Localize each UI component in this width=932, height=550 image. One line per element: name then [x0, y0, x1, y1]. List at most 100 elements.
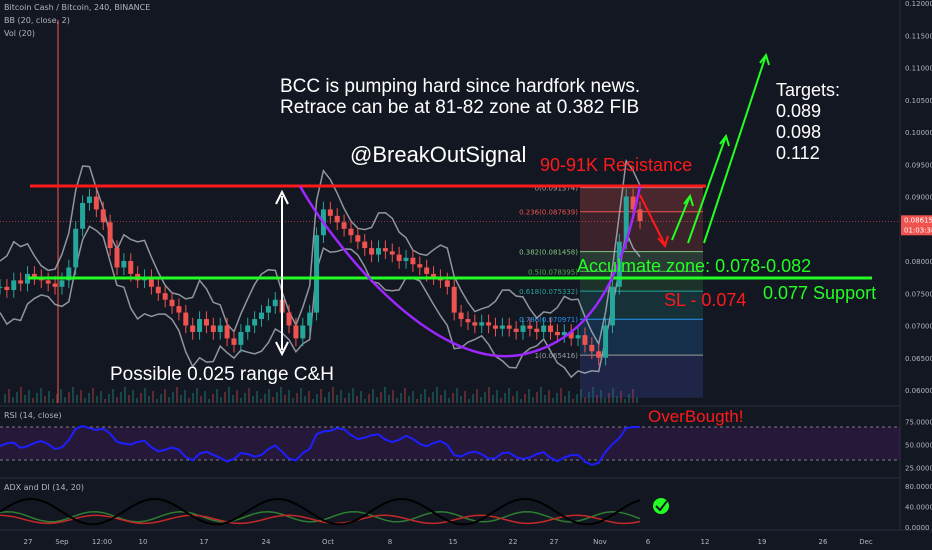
volume-bar: [336, 395, 338, 403]
price-tick-label: 0.095000: [905, 161, 932, 169]
volume-bar: [404, 388, 406, 403]
candle: [86, 196, 92, 203]
price-tick-label: 0.075000: [905, 290, 932, 298]
candle: [18, 280, 24, 284]
candle: [534, 328, 540, 332]
volume-bar: [72, 387, 74, 403]
overbought-label: OverBougth!: [648, 407, 744, 426]
candle: [155, 286, 161, 294]
candle: [527, 325, 533, 329]
candle: [52, 283, 58, 287]
headline-line-1: BCC is pumping hard since hardfork news.: [280, 76, 641, 97]
bb-indicator-label[interactable]: BB (20, close, 2): [4, 16, 70, 25]
candle: [499, 325, 505, 329]
volume-bar: [248, 388, 250, 403]
price-tick-label: 0.080000: [905, 258, 932, 266]
candle: [375, 248, 381, 255]
candle: [327, 209, 333, 216]
price-tick-label: 0.105000: [905, 97, 932, 105]
candle: [107, 222, 113, 249]
rsi-title[interactable]: RSI (14, close): [4, 411, 62, 420]
volume-bar: [304, 396, 306, 403]
volume-bar: [188, 398, 190, 403]
candle: [4, 286, 10, 291]
price-tick-label: 0.065000: [905, 355, 932, 363]
candle: [217, 325, 223, 332]
volume-bar: [384, 387, 386, 403]
candle: [169, 299, 175, 307]
candle: [582, 335, 588, 345]
rsi-tick-label: 25.0000: [905, 464, 932, 472]
time-tick-label: 26: [819, 538, 828, 546]
candle: [73, 228, 79, 268]
volume-bar: [400, 393, 402, 403]
volume-bar: [84, 398, 86, 403]
price-tick-label: 0.060000: [905, 387, 932, 395]
volume-bar: [396, 398, 398, 403]
volume-bar: [120, 392, 122, 403]
price-tick-label: 0.115000: [905, 32, 932, 40]
candle: [190, 325, 196, 332]
price-tick-label: 0.090000: [905, 194, 932, 202]
candle: [314, 235, 320, 313]
volume-bar: [540, 387, 542, 403]
candle: [252, 319, 258, 326]
candle: [197, 319, 203, 332]
volume-bar: [148, 396, 150, 403]
time-tick-label: 22: [509, 538, 518, 546]
adx-title[interactable]: ADX and DI (14, 20): [4, 483, 84, 492]
time-tick-label: 24: [262, 538, 271, 546]
volume-bar: [428, 397, 430, 403]
candle: [348, 228, 354, 236]
rsi-tick-label: 75.0000: [905, 419, 932, 427]
volume-bar: [360, 391, 362, 403]
volume-bar: [476, 389, 478, 403]
candle: [128, 261, 134, 274]
candle: [80, 202, 86, 229]
volume-bar: [164, 389, 166, 403]
candle: [382, 248, 388, 252]
volume-bar: [472, 394, 474, 403]
volume-bar: [12, 397, 14, 403]
volume-bar: [52, 399, 54, 403]
volume-bar: [524, 394, 526, 403]
candle: [506, 325, 512, 329]
candle: [245, 325, 251, 332]
candle: [389, 251, 395, 255]
candle: [259, 312, 265, 320]
volume-indicator-label[interactable]: Vol (20): [4, 29, 35, 38]
volume-bar: [512, 396, 514, 403]
volume-bar: [68, 392, 70, 403]
volume-bar: [392, 390, 394, 403]
candle: [334, 215, 340, 223]
volume-bar: [224, 392, 226, 403]
candle: [341, 222, 347, 229]
volume-bar: [448, 398, 450, 403]
volume-bar: [308, 391, 310, 403]
candle: [596, 351, 602, 358]
volume-bar: [284, 395, 286, 403]
volume-bar: [60, 389, 62, 403]
volume-bar: [416, 399, 418, 403]
target-1: 0.089: [776, 101, 822, 121]
volume-bar: [456, 388, 458, 403]
candle: [541, 325, 547, 332]
countdown-label: 01:03:38: [904, 226, 932, 234]
time-tick-label: Dec: [859, 538, 873, 546]
volume-bar: [576, 394, 578, 403]
volume-bar: [312, 399, 314, 403]
adx-tick-label: 40.0000: [905, 504, 932, 512]
candle: [231, 338, 237, 345]
volume-bar: [564, 396, 566, 403]
candle: [609, 286, 615, 326]
volume-bar: [88, 393, 90, 403]
candle: [424, 267, 430, 274]
volume-bar: [220, 397, 222, 403]
candle: [93, 196, 99, 210]
volume-bar: [636, 397, 638, 403]
time-tick-label: 8: [388, 538, 392, 546]
fib-level-label: 0.382(0.081458): [519, 249, 578, 257]
candle: [307, 312, 313, 326]
volume-bar: [584, 397, 586, 403]
candle: [293, 325, 299, 339]
